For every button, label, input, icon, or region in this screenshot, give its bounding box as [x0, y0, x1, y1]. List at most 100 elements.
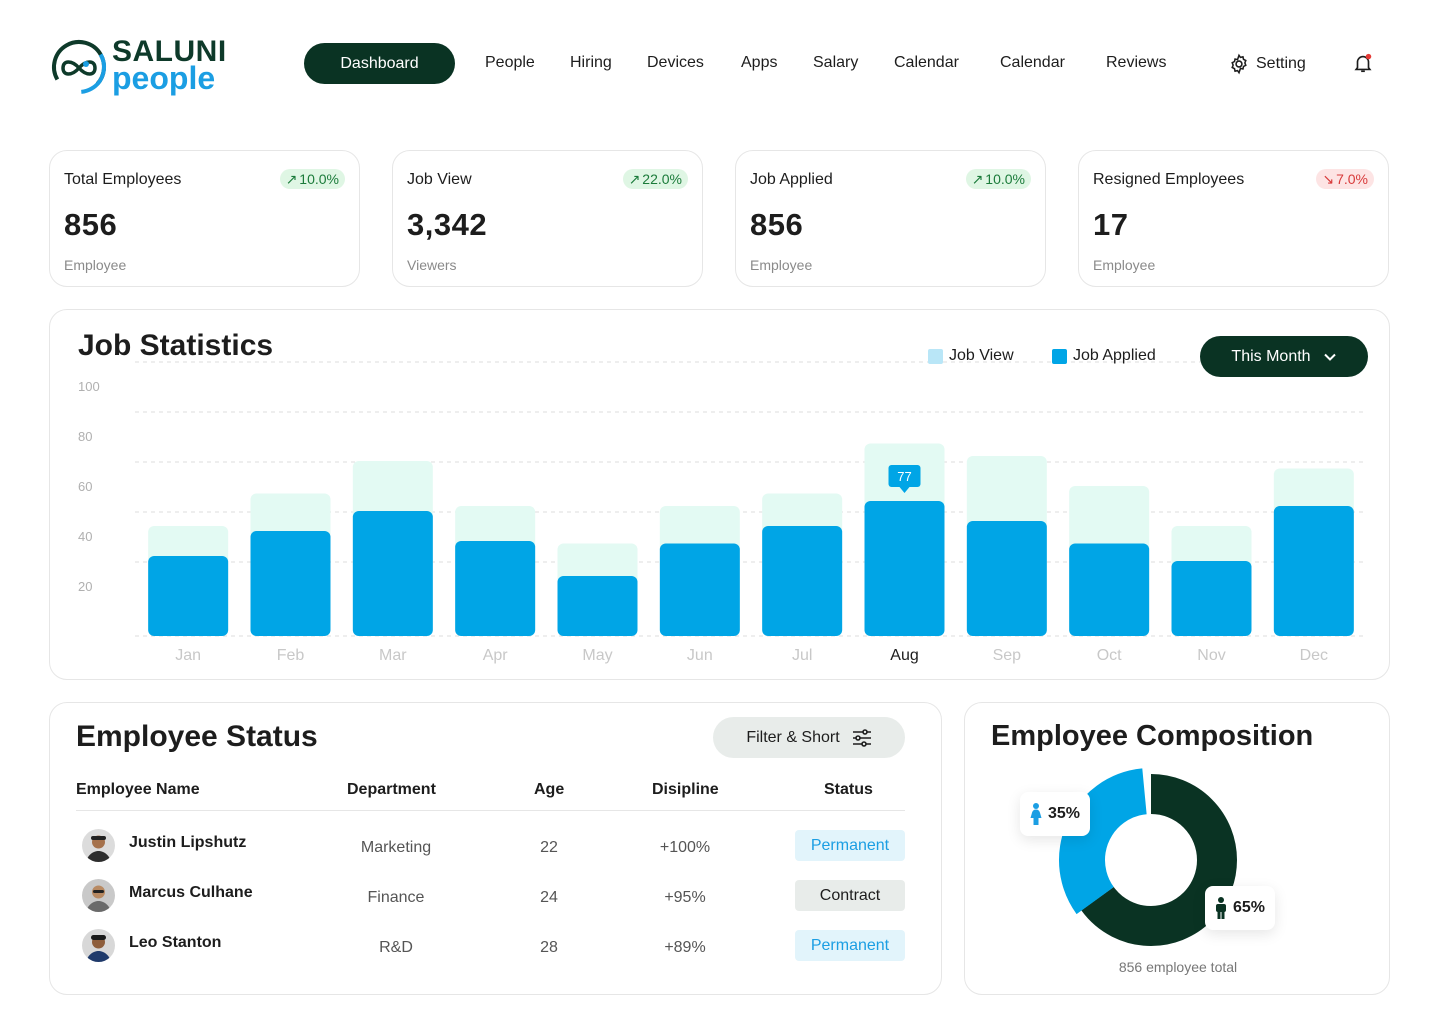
employee-department: Marketing: [360, 839, 432, 856]
x-tick-label: Mar: [379, 647, 407, 664]
job-statistics-panel: 100 80 60 40 20 Jan Feb Mar Apr May Jun Jul Aug 77 Sep…: [49, 309, 1390, 680]
male-icon: [1216, 897, 1226, 919]
col-header-department: Department: [347, 781, 436, 798]
card-subtitle: Employee: [750, 257, 813, 273]
trend-badge: ↗ 10.0%: [279, 169, 345, 189]
x-tick-label: Oct: [1097, 647, 1122, 664]
card-value: 856: [64, 207, 118, 242]
bar-job-applied-jan: [148, 556, 229, 636]
employee-age: 28: [540, 939, 558, 956]
employee-discipline: +89%: [664, 939, 706, 956]
card-subtitle: Employee: [1093, 257, 1156, 273]
trend-up-icon: ↗: [285, 170, 298, 187]
x-tick-label: Jun: [687, 647, 713, 664]
card-value: 3,342: [407, 207, 488, 242]
x-tick-label: May: [582, 647, 612, 664]
avatar: [82, 829, 115, 862]
bar-job-applied-apr: [455, 541, 536, 636]
x-tick-label: Feb: [277, 647, 305, 664]
trend-up-icon: ↗: [628, 170, 641, 187]
period-dropdown[interactable]: This Month: [1200, 336, 1368, 377]
filter-sort-button[interactable]: Filter & Short: [713, 717, 905, 758]
nav-dashboard[interactable]: Dashboard: [304, 43, 455, 84]
card-subtitle: Viewers: [407, 257, 457, 273]
col-header-discipline: Disipline: [652, 781, 719, 798]
stat-card-total-employees: Total Employees ↗ 10.0% 856 Employee: [49, 150, 360, 287]
employee-name: Leo Stanton: [129, 934, 222, 951]
legend-label: Job View: [949, 347, 1014, 364]
stat-card-resigned-employees: Resigned Employees ↘ 7.0% 17 Employee: [1078, 150, 1389, 287]
nav-apps[interactable]: Apps: [741, 53, 777, 73]
brand-name-line2: people: [112, 60, 216, 96]
card-title: Job View: [407, 171, 472, 188]
trend-value: 7.0%: [1336, 171, 1368, 187]
female-percentage: 35%: [1048, 805, 1081, 822]
nav-salary[interactable]: Salary: [813, 53, 858, 73]
table-row[interactable]: Justin Lipshutz Marketing 22 +100% Perma…: [50, 829, 943, 869]
employee-status-panel: Employee Status Filter & Short Employee …: [49, 702, 942, 995]
bar-job-applied-oct: [1069, 543, 1150, 636]
legend-job-applied[interactable]: Job Applied: [1052, 347, 1156, 365]
notification-bell-icon[interactable]: [1352, 52, 1374, 74]
nav-calendar-2[interactable]: Calendar: [1000, 53, 1065, 73]
employee-age: 22: [540, 839, 558, 856]
y-tick-label: 60: [78, 479, 92, 494]
employee-discipline: +100%: [659, 839, 711, 856]
logo-mark-icon: [52, 40, 106, 94]
employee-total-label: 856 employee total: [1118, 959, 1238, 975]
legend-swatch-job-view: [928, 348, 943, 364]
composition-donut-chart: [1059, 767, 1243, 952]
legend-label: Job Applied: [1073, 347, 1156, 364]
bar-job-applied-jul: [762, 526, 843, 636]
male-percentage-card: 65%: [1205, 886, 1276, 930]
x-tick-label: Dec: [1300, 647, 1328, 664]
card-value: 17: [1093, 207, 1129, 242]
trend-up-icon: ↗: [971, 170, 984, 187]
bar-job-applied-dec: [1273, 506, 1354, 636]
status-badge: Permanent: [795, 830, 905, 861]
tooltip-value: 77: [897, 469, 911, 484]
stat-card-job-applied: Job Applied ↗ 10.0% 856 Employee: [735, 150, 1046, 287]
col-header-age: Age: [534, 781, 565, 798]
employee-department: R&D: [379, 939, 413, 956]
trend-down-icon: ↘: [1322, 170, 1335, 187]
x-tick-label: Apr: [483, 647, 509, 664]
setting-button[interactable]: Setting: [1228, 52, 1306, 76]
bar-job-applied-may: [557, 576, 638, 636]
nav-hiring[interactable]: Hiring: [570, 53, 612, 73]
legend-swatch-job-applied: [1052, 348, 1067, 364]
bar-job-applied-sep: [966, 521, 1047, 636]
employee-discipline: +95%: [664, 889, 706, 906]
job-statistics-chart: 100 80 60 40 20 Jan Feb Mar Apr May Jun Jul Aug 77 Sep…: [78, 361, 1363, 664]
y-tick-label: 80: [78, 429, 92, 444]
status-badge: Contract: [795, 880, 905, 911]
nav-devices[interactable]: Devices: [647, 53, 704, 73]
nav-people[interactable]: People: [485, 53, 535, 73]
bar-job-applied-jun: [659, 543, 740, 636]
x-tick-label: Sep: [993, 647, 1022, 664]
y-tick-label: 40: [78, 529, 92, 544]
bar-job-applied-aug: [864, 501, 945, 636]
nav-calendar[interactable]: Calendar: [894, 53, 959, 73]
bar-job-applied-nov: [1171, 561, 1252, 636]
chevron-down-icon: [1323, 353, 1336, 361]
avatar: [82, 879, 115, 912]
brand-logo[interactable]: SALUNI people: [50, 36, 230, 100]
x-tick-label: Jan: [175, 647, 201, 664]
employee-name: Marcus Culhane: [129, 884, 253, 901]
card-subtitle: Employee: [64, 257, 127, 273]
employee-composition-panel: Employee Composition 35% 65% 856 employe…: [964, 702, 1390, 995]
table-row[interactable]: Leo Stanton R&D 28 +89% Permanent: [50, 929, 943, 969]
employee-age: 24: [540, 889, 558, 906]
period-label: This Month: [1231, 347, 1311, 365]
table-row[interactable]: Marcus Culhane Finance 24 +95% Contract: [50, 879, 943, 919]
bar-job-applied-mar: [352, 511, 433, 636]
nav-reviews[interactable]: Reviews: [1106, 53, 1166, 73]
trend-value: 10.0%: [299, 171, 339, 187]
x-tick-label: Aug: [890, 647, 918, 664]
legend-job-view[interactable]: Job View: [928, 347, 1014, 365]
col-header-name: Employee Name: [76, 781, 200, 798]
job-statistics-title: Job Statistics: [78, 329, 274, 362]
card-value: 856: [750, 207, 804, 242]
employee-status-title: Employee Status: [76, 720, 318, 753]
